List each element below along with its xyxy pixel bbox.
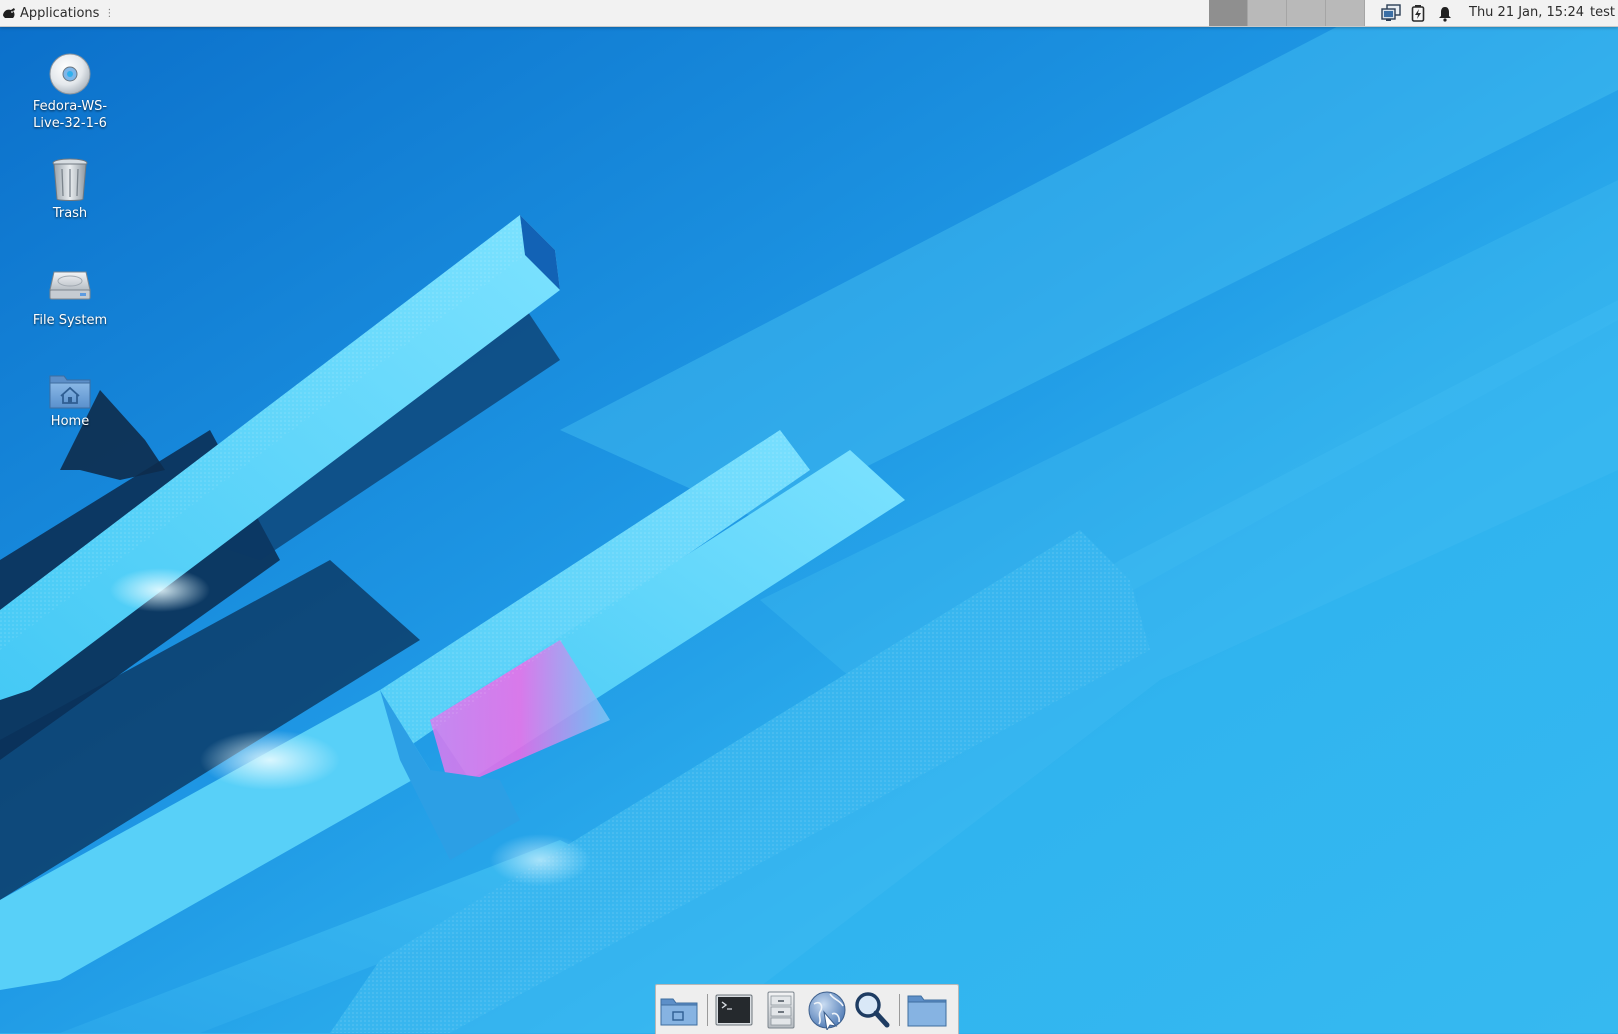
- workspace-1[interactable]: [1209, 0, 1248, 26]
- top-panel: Applications ⋮ Thu 21 Jan, 15:24 test: [0, 0, 1618, 27]
- folder-icon[interactable]: [906, 990, 948, 1030]
- workspace-2[interactable]: [1248, 0, 1287, 26]
- web-browser-icon[interactable]: [806, 990, 848, 1030]
- user-menu[interactable]: test: [1590, 0, 1615, 26]
- hard-drive-icon: [49, 271, 91, 300]
- notification-bell-icon[interactable]: [1437, 5, 1453, 22]
- battery-charging-icon[interactable]: [1411, 5, 1425, 22]
- workspace-3[interactable]: [1287, 0, 1326, 26]
- desktop-icon-label: Home: [50, 414, 90, 429]
- bottom-dock: [655, 984, 959, 1034]
- dock-separator: [707, 994, 708, 1026]
- xfce-mouse-logo-icon: [3, 8, 15, 18]
- dock-separator: [899, 994, 900, 1026]
- desktop-icon-file-system[interactable]: File System: [15, 268, 125, 329]
- optical-disc-icon: [49, 53, 91, 95]
- desktop-icon-label: Trash: [52, 206, 88, 221]
- desktop-icon-fedora-live[interactable]: Fedora-WS-Live-32-1-6: [15, 52, 125, 132]
- desktop-icon-label: File System: [32, 313, 108, 328]
- app-finder-icon[interactable]: [852, 990, 894, 1030]
- applications-menu-button[interactable]: Applications ⋮: [2, 0, 114, 26]
- show-desktop-icon[interactable]: [658, 990, 700, 1030]
- workspace-4[interactable]: [1326, 0, 1365, 26]
- desktop-wallpaper: [0, 0, 1618, 1033]
- file-manager-icon[interactable]: [760, 990, 802, 1030]
- network-icon[interactable]: [1381, 4, 1401, 22]
- home-folder-icon: [49, 375, 91, 409]
- terminal-icon[interactable]: [713, 990, 755, 1030]
- workspace-switcher: [1209, 0, 1365, 26]
- desktop-icon-home[interactable]: Home: [15, 372, 125, 430]
- applications-menu-label: Applications: [20, 5, 100, 21]
- trash-icon: [52, 158, 88, 201]
- panel-clock[interactable]: Thu 21 Jan, 15:24: [1469, 0, 1584, 26]
- panel-separator-handle: ⋮: [104, 7, 114, 19]
- desktop-icon-label: Fedora-WS-Live-32-1-6: [32, 99, 108, 131]
- desktop-icon-trash[interactable]: Trash: [15, 157, 125, 222]
